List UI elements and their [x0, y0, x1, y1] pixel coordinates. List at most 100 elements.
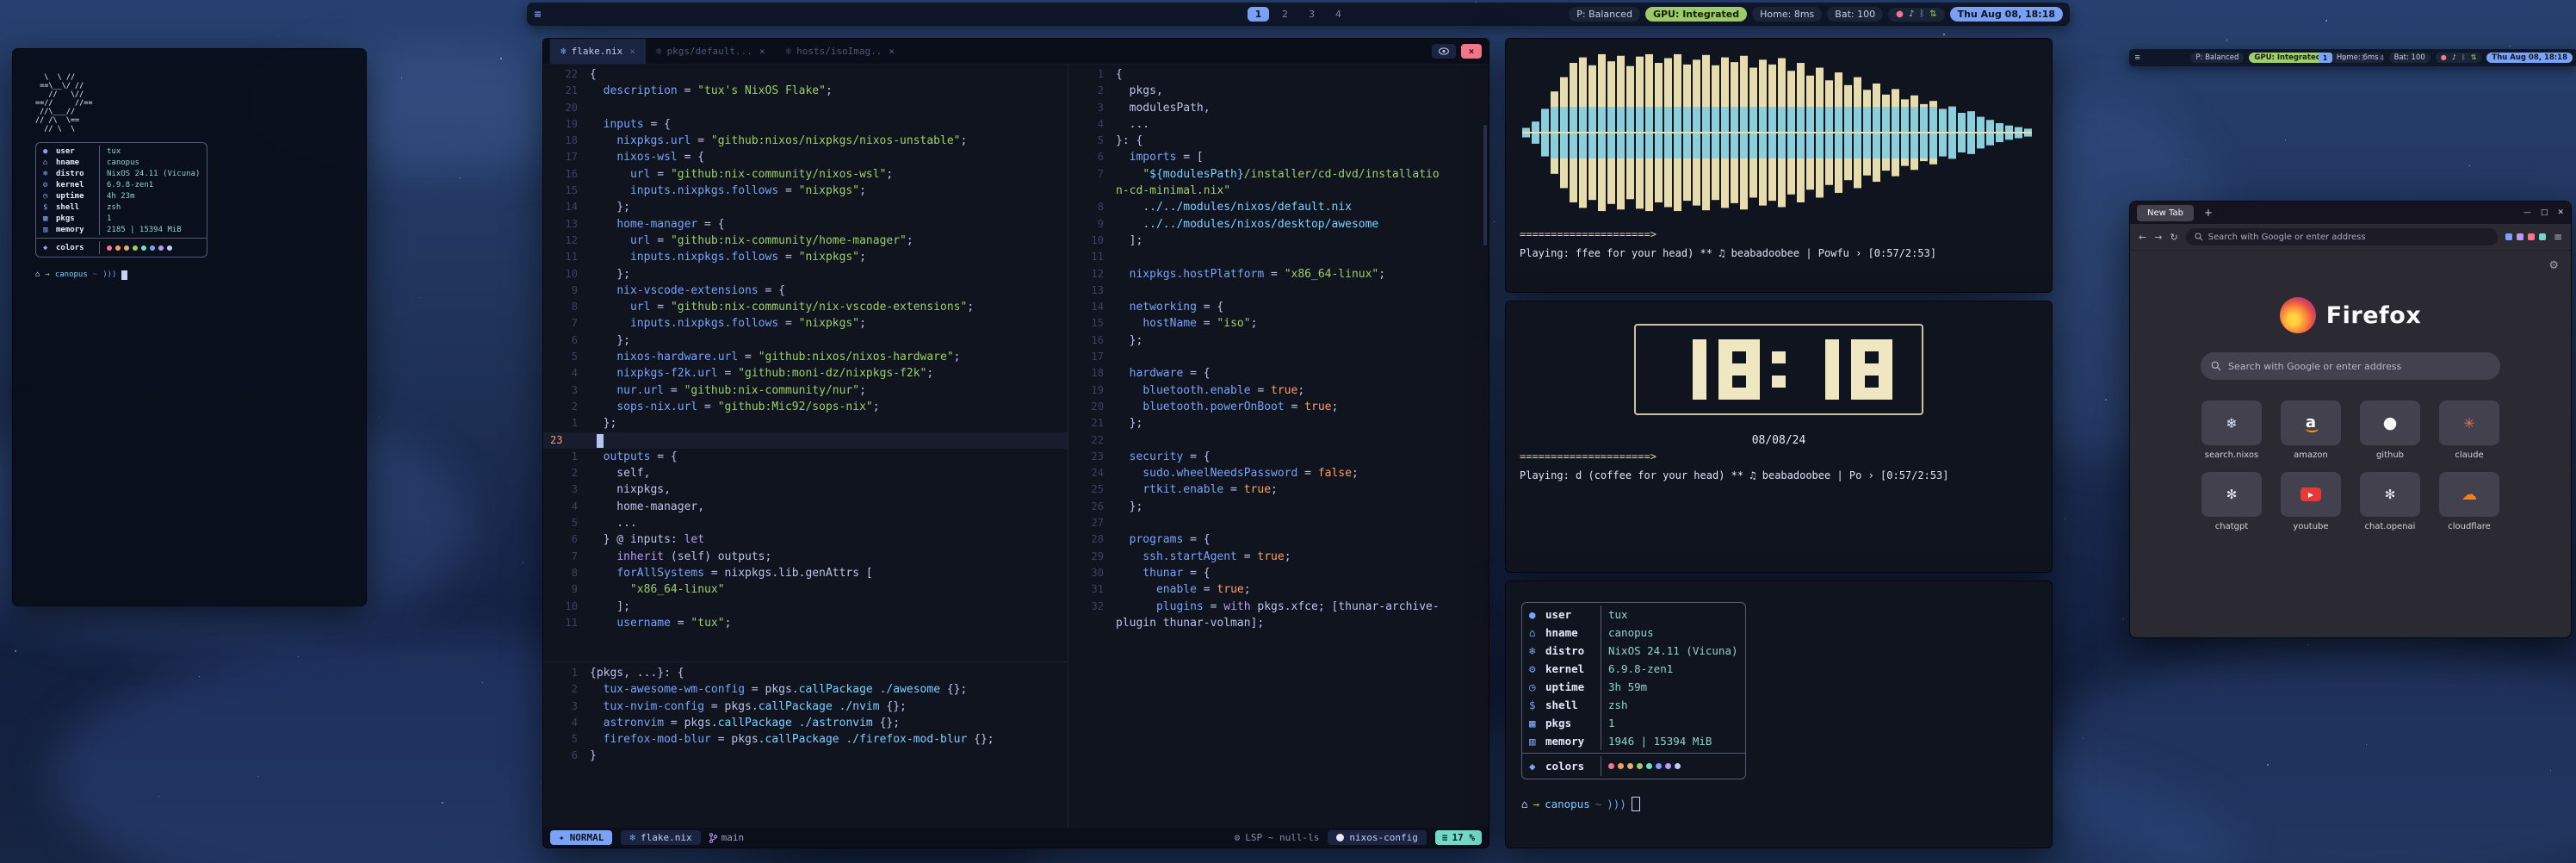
fetch-row-user: ●usertux	[36, 146, 207, 157]
pane-pkgs-default-nix[interactable]: 1{pkgs, ...}: {2 tux-awesome-wm-config =…	[543, 663, 1068, 828]
fetch-window[interactable]: ●usertux⌂hnamecanopus❄distroNixOS 24.11 …	[1505, 581, 2053, 848]
close-window-button[interactable]: ×	[1461, 44, 1482, 59]
scrollbar[interactable]	[1483, 125, 1487, 245]
extension-icon[interactable]	[2539, 233, 2546, 240]
code-line: 15 inputs.nixpkgs.follows = "nixpkgs";	[543, 183, 1068, 199]
workspace-button-4[interactable]: 4	[2375, 53, 2389, 63]
repo-segment: nixos-config	[1328, 830, 1426, 845]
code-line: 29 ssh.startAgent = true;	[1069, 549, 1489, 565]
volume-icon[interactable]: ♪	[1909, 10, 1914, 19]
record-icon[interactable]: ●	[1896, 10, 1904, 19]
workspace-button-3[interactable]: 3	[2356, 53, 2370, 63]
shortcut-tile-chat.openai[interactable]: ✻chat.openai	[2354, 472, 2426, 531]
code-line: 25 rtkit.enable = true;	[1069, 481, 1489, 498]
web-search-input[interactable]: Search with Google or enter address	[2201, 352, 2500, 380]
nixos-ascii-logo: \ \ // ==\__\/ // // \// ==// //== //\__…	[35, 73, 344, 133]
code-line: 30 thunar = {	[1069, 565, 1489, 581]
nix-file-icon: ❄	[560, 46, 567, 57]
workspace-button-3[interactable]: 3	[1301, 7, 1322, 22]
editor-tab-pkgs/default...[interactable]: ❄pkgs/default...×	[646, 39, 776, 64]
url-bar[interactable]: Search with Google or enter address	[2186, 228, 2498, 245]
shortcut-tile-youtube[interactable]: ▶youtube	[2275, 472, 2347, 531]
code-line: 9 nix-vscode-extensions = {	[543, 282, 1068, 299]
editor-window[interactable]: ❄flake.nix×❄pkgs/default...×❄hosts/isoIm…	[542, 38, 1489, 848]
forward-button[interactable]: →	[2154, 232, 2162, 243]
system-tray: ● ♪ ᛒ ⇅	[1888, 8, 1945, 22]
clock-window[interactable]: 08/08/24 =====================> Playing:…	[1505, 301, 2053, 573]
scroll-percent-segment: ≡ 17 %	[1435, 830, 1482, 845]
clock-segment[interactable]: Thu Aug 08, 18:18	[1950, 7, 2063, 22]
workspace-button-1[interactable]: 1	[2319, 53, 2332, 63]
now-playing: Playing: d (coffee for your head) ** ♫ b…	[1506, 469, 2052, 481]
bluetooth-icon[interactable]: ᛒ	[1919, 10, 1924, 19]
editor-tab-flake.nix[interactable]: ❄flake.nix×	[550, 39, 646, 64]
volume-icon[interactable]: ♪	[2452, 54, 2456, 61]
shell-prompt[interactable]: ⌂→canopus~)))	[1521, 795, 2036, 813]
tab-close-icon[interactable]: ×	[629, 46, 635, 57]
maximize-button[interactable]: □	[2541, 208, 2548, 217]
extension-icon[interactable]	[2505, 233, 2512, 240]
new-tab-button[interactable]: +	[2201, 207, 2216, 219]
editor-tab-hosts/isoImag..[interactable]: ❄hosts/isoImag..×	[775, 39, 905, 64]
reload-button[interactable]: ↻	[2170, 232, 2177, 243]
code-line: 16 url = "github:nix-community/nixos-wsl…	[543, 166, 1068, 183]
file-segment: ❄ flake.nix	[621, 830, 700, 845]
fetch-row-kernel: ⚙kernel6.9.8-zen1	[1522, 660, 1745, 678]
menu-button[interactable]: ≡	[2554, 231, 2562, 243]
code-line: 2 self,	[543, 465, 1068, 481]
clock-segment[interactable]: Thu Aug 08, 18:18	[2486, 53, 2573, 64]
shortcut-tile-cloudflare[interactable]: ☁cloudflare	[2433, 472, 2505, 531]
shortcut-tile-github[interactable]: ●github	[2354, 400, 2426, 460]
shortcut-tile-amazon[interactable]: aamazon	[2275, 400, 2347, 460]
tab-close-icon[interactable]: ×	[759, 46, 765, 57]
workspace-button-1[interactable]: 1	[1248, 7, 1269, 22]
personalize-gear-icon[interactable]: ⚙	[2548, 259, 2559, 272]
code-line: 11 inputs.nixpkgs.follows = "nixpkgs";	[543, 249, 1068, 265]
cloudflare-icon: ☁	[2461, 486, 2477, 504]
code-line: 18 nixpkgs.url = "github:nixos/nixpkgs/n…	[543, 133, 1068, 149]
nix-file-icon: ❄	[785, 46, 791, 57]
visualizer-window[interactable]: =====================> Playing: ffee for…	[1505, 38, 2053, 293]
palette-dot	[1665, 763, 1671, 769]
firefox-tab[interactable]: New Tab	[2137, 205, 2194, 221]
statusline: ✦ NORMAL ❄ flake.nix main ⚙ LSP ~ null-l…	[543, 828, 1489, 847]
tab-close-icon[interactable]: ×	[889, 46, 895, 57]
preview-toggle-button[interactable]	[1432, 44, 1456, 59]
shell-prompt[interactable]: ⌂→canopus~)))	[35, 270, 344, 280]
close-button[interactable]: ✕	[2557, 208, 2564, 217]
network-icon[interactable]: ⇅	[2471, 54, 2477, 61]
shortcut-tile-chatgpt[interactable]: ✻chatgpt	[2195, 472, 2268, 531]
terminal-window[interactable]: \ \ // ==\__\/ // // \// ==// //== //\__…	[12, 48, 367, 606]
pane-iso-image-nix[interactable]: 1{2 pkgs,3 modulesPath,4 ...5}: {6 impor…	[1069, 65, 1489, 828]
minimize-button[interactable]: —	[2523, 208, 2531, 217]
back-button[interactable]: ←	[2139, 232, 2146, 243]
workspace-button-4[interactable]: 4	[1328, 7, 1349, 22]
search-placeholder: Search with Google or enter address	[2228, 361, 2401, 372]
menu-icon[interactable]: ≡	[534, 9, 542, 20]
bluetooth-icon[interactable]: ᛒ	[2461, 54, 2466, 61]
gear-icon: ⚙	[1235, 832, 1241, 843]
shortcut-tile-search.nixos[interactable]: ❄search.nixos	[2195, 400, 2268, 460]
code-line: 1 };	[543, 415, 1068, 432]
extension-icon[interactable]	[2517, 233, 2523, 240]
menu-icon[interactable]: ≡	[2134, 53, 2140, 62]
pane-flake-nix[interactable]: 22{21 description = "tux's NixOS Flake";…	[543, 65, 1068, 662]
workspace-list: 1234	[2319, 53, 2389, 63]
amazon-icon: a	[2306, 415, 2316, 431]
shortcut-tile-claude[interactable]: ✳claude	[2433, 400, 2505, 460]
record-icon[interactable]: ●	[2441, 54, 2447, 61]
code-line: 15 hostName = "iso";	[1069, 315, 1489, 332]
network-icon[interactable]: ⇅	[1929, 10, 1936, 19]
firefox-window[interactable]: New Tab + — □ ✕ ← → ↻ Search with Google…	[2129, 201, 2572, 638]
code-line: 3 tux-nvim-config = pkgs.callPackage ./n…	[543, 698, 1068, 715]
fetch-row-shell: $shellzsh	[36, 202, 207, 213]
code-line: plugin thunar-volman];	[1069, 615, 1489, 631]
clock-digit	[1798, 339, 1839, 400]
workspace-button-2[interactable]: 2	[2338, 53, 2351, 63]
fetch-row-memory: ▥memory1946 | 15394 MiB	[1522, 732, 1745, 750]
code-line: 20	[543, 100, 1068, 116]
workspace-button-2[interactable]: 2	[1274, 7, 1296, 22]
code-line: 6 };	[543, 332, 1068, 349]
code-line: 28 programs = {	[1069, 531, 1489, 548]
extension-icon[interactable]	[2528, 233, 2535, 240]
